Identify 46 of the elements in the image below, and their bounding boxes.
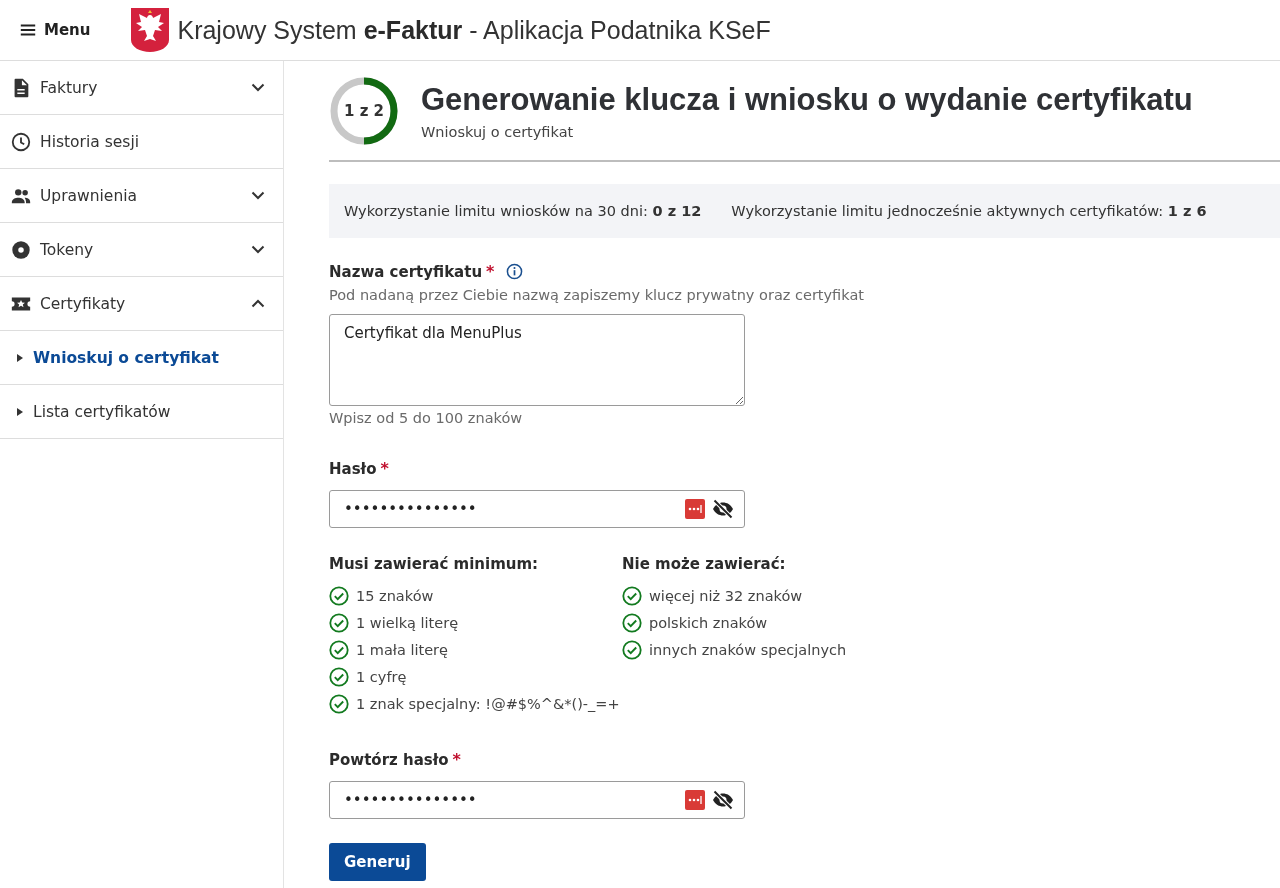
eagle-emblem-icon [130, 7, 171, 53]
menu-button[interactable]: Menu [17, 17, 93, 43]
generate-button[interactable]: Generuj [329, 843, 426, 881]
sidebar-item[interactable]: Tokeny [0, 223, 283, 277]
rule-text: 15 znaków [356, 587, 434, 604]
field-label: Hasło [329, 459, 377, 478]
eye-off-icon[interactable] [711, 788, 735, 812]
app-title: Krajowy System e-Faktur - Aplikacja Podatnika KSeF [177, 15, 771, 45]
limit-text: Wykorzystanie limitu jednocześnie aktywnych certyfikatów: 1 z 6 [731, 203, 1207, 219]
rule-text: 1 cyfrę [356, 668, 407, 685]
field-label: Powtórz hasło [329, 750, 449, 769]
bullet-icon [17, 353, 23, 362]
page-title: Generowanie klucza i wniosku o wydanie certyfikatu [421, 82, 1193, 118]
rule-text: 1 znak specjalny: !@#$%^&*()-_=+ [356, 695, 620, 712]
rule-text: polskich znaków [649, 614, 768, 631]
sidebar-item[interactable]: Historia sesji [0, 115, 283, 169]
password-manager-icon[interactable] [685, 499, 705, 519]
required-mark: * [380, 459, 389, 478]
step-progress-ring: 1 z 2 [329, 76, 399, 146]
info-icon[interactable] [506, 263, 524, 280]
field-label: Nazwa certyfikatu [329, 262, 483, 281]
sidebar-item[interactable]: Certyfikaty [0, 277, 283, 331]
bullet-icon [17, 407, 23, 416]
certificate-name-field[interactable]: Certyfikat dla MenuPlus [329, 314, 745, 406]
rule-text: innych znaków specjalnych [649, 641, 847, 658]
rule-text: 1 wielką literę [356, 614, 459, 631]
sidebar-subitem[interactable]: Wnioskuj o certyfikat [0, 331, 283, 385]
sidebar-item[interactable]: Faktury [0, 61, 283, 115]
rules-heading: Nie może zawierać: [622, 555, 787, 573]
password-manager-icon[interactable] [685, 790, 705, 810]
rules-heading: Musi zawierać minimum: [329, 555, 540, 573]
field-hint: Pod nadaną przez Ciebie nazwą zapiszemy klucz prywatny oraz certyfikat [329, 287, 865, 303]
rule-text: 1 mała literę [356, 641, 448, 658]
eye-off-icon[interactable] [711, 497, 735, 521]
rule-text: więcej niż 32 znaków [649, 587, 803, 604]
sidebar-subitem[interactable]: Lista certyfikatów [0, 385, 283, 439]
disc-icon [10, 238, 32, 261]
required-mark: * [486, 262, 495, 281]
page-subtitle: Wnioskuj o certyfikat [421, 124, 575, 140]
password-field[interactable]: ••••••••••••••• [329, 490, 745, 528]
field-help: Wpisz od 5 do 100 znaków [329, 410, 524, 426]
password-field[interactable]: ••••••••••••••• [329, 781, 745, 819]
clock-icon [10, 130, 32, 153]
sidebar-item[interactable]: Uprawnienia [0, 169, 283, 223]
required-mark: * [452, 750, 461, 769]
limit-text: Wykorzystanie limitu wniosków na 30 dni: 0 z 12 [344, 203, 702, 219]
